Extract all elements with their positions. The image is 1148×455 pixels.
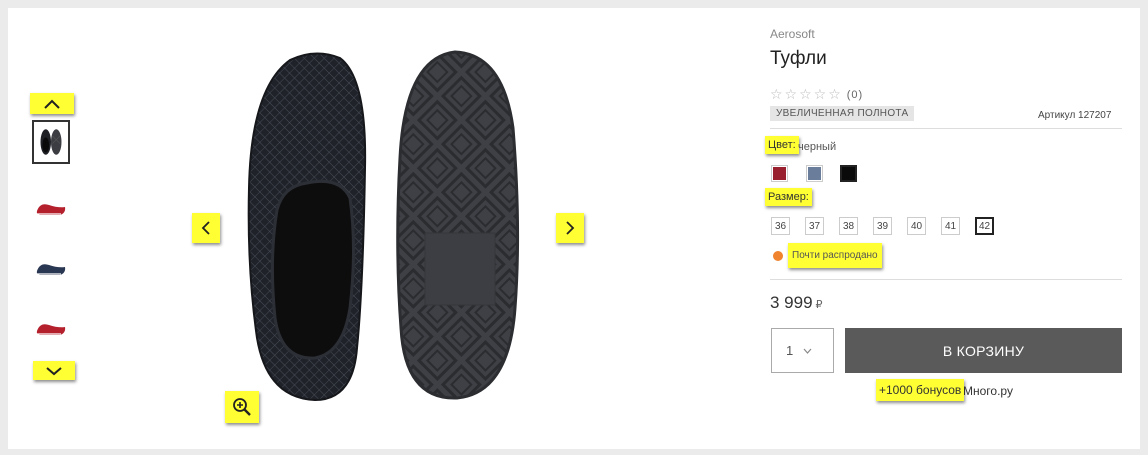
article-number: Артикул 127207 <box>1038 110 1112 121</box>
zoom-in-icon <box>233 398 251 416</box>
rating-count[interactable]: (0) <box>847 89 863 101</box>
fit-badge: УВЕЛИЧЕННАЯ ПОЛНОТА <box>770 106 915 121</box>
thumbnail-shoe-blue-image <box>36 264 66 275</box>
thumbs-down-button[interactable] <box>33 361 75 380</box>
chevron-down-icon <box>46 366 62 375</box>
color-swatch-blue[interactable] <box>806 165 823 182</box>
price: 3 999 ₽ <box>770 293 823 313</box>
color-value: черный <box>798 141 837 153</box>
price-amount: 3 999 <box>770 293 813 312</box>
size-option-41[interactable]: 41 <box>941 217 960 235</box>
bonus-text: +1000 бонусов <box>876 379 965 401</box>
currency-symbol: ₽ <box>815 299 823 311</box>
shoes-top-view-image <box>247 50 520 402</box>
chevron-down-icon <box>803 348 812 354</box>
thumbs-up-button[interactable] <box>30 93 74 114</box>
product-title: Туфли <box>770 48 827 69</box>
stock-status-dot <box>773 251 783 261</box>
next-image-button[interactable] <box>556 213 584 243</box>
size-option-40[interactable]: 40 <box>907 217 926 235</box>
swatch-fill <box>842 167 855 180</box>
thumbnail-4[interactable] <box>32 306 70 350</box>
add-to-cart-button[interactable]: В КОРЗИНУ <box>845 328 1122 373</box>
brand-name[interactable]: Aerosoft <box>770 27 815 41</box>
thumbnail-2[interactable] <box>32 186 70 230</box>
chevron-up-icon <box>44 99 60 109</box>
thumbnail-shoe-red-image <box>36 204 66 215</box>
chevron-right-icon <box>566 221 575 235</box>
divider <box>770 279 1122 280</box>
color-swatch-red[interactable] <box>771 165 788 182</box>
size-option-38[interactable]: 38 <box>839 217 858 235</box>
divider <box>770 128 1122 129</box>
color-label: Цвет: <box>765 136 799 154</box>
zoom-button[interactable] <box>225 391 259 423</box>
swatch-fill <box>808 167 821 180</box>
size-label: Размер: <box>765 188 812 206</box>
swatch-fill <box>773 167 786 180</box>
prev-image-button[interactable] <box>192 213 220 243</box>
color-swatch-black[interactable] <box>840 165 857 182</box>
size-option-42[interactable]: 42 <box>975 217 994 235</box>
quantity-value: 1 <box>786 343 794 358</box>
rating-stars[interactable]: ☆☆☆☆☆ <box>770 86 843 103</box>
stock-status: Почти распродано <box>788 243 882 268</box>
size-option-36[interactable]: 36 <box>771 217 790 235</box>
main-product-image <box>245 48 530 406</box>
thumbnail-shoes-black-image <box>40 129 62 155</box>
size-option-37[interactable]: 37 <box>805 217 824 235</box>
bonus-program: Много.ру <box>963 384 1013 398</box>
size-option-39[interactable]: 39 <box>873 217 892 235</box>
rating[interactable]: ☆☆☆☆☆ (0) <box>770 86 863 103</box>
thumbnail-1[interactable] <box>32 120 70 164</box>
thumbnail-shoe-red-alt-image <box>36 324 66 335</box>
thumbnail-3[interactable] <box>32 246 70 290</box>
quantity-select[interactable]: 1 <box>771 328 834 373</box>
chevron-left-icon <box>201 221 210 235</box>
